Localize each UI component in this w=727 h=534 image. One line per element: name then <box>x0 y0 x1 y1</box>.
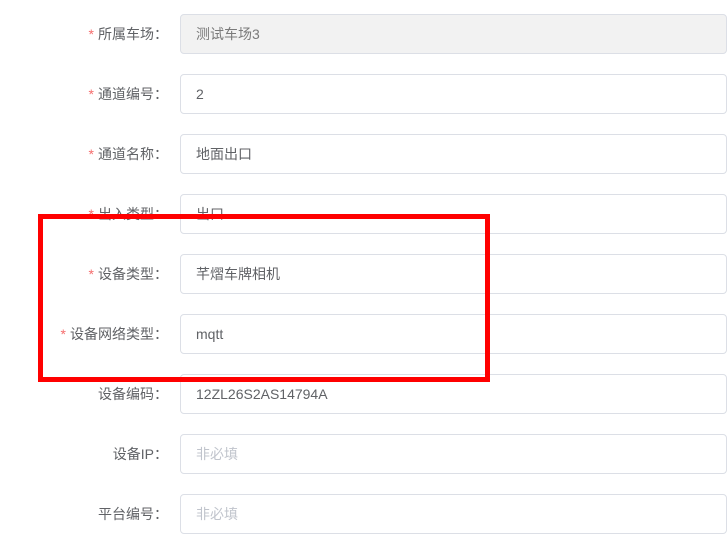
input-cell <box>180 314 727 354</box>
device-ip-input[interactable] <box>180 434 727 474</box>
input-cell <box>180 134 727 174</box>
required-mark: * <box>89 146 94 162</box>
row-device-code: 设备编码： <box>0 374 727 414</box>
separator: ： <box>154 206 168 222</box>
label-channel-name: *通道名称： <box>0 134 180 174</box>
input-cell <box>180 434 727 474</box>
device-net-type-select[interactable] <box>180 314 727 354</box>
required-mark: * <box>61 326 66 342</box>
channel-name-input[interactable] <box>180 134 727 174</box>
label-platform-no: 平台编号： <box>0 494 180 534</box>
label-io-type: *出入类型： <box>0 194 180 234</box>
input-cell <box>180 374 727 414</box>
required-mark: * <box>89 86 94 102</box>
row-channel-name: *通道名称： <box>0 134 727 174</box>
separator: ： <box>154 146 168 162</box>
row-device-net-type: *设备网络类型： <box>0 314 727 354</box>
separator: ： <box>154 386 168 402</box>
label-text: 通道编号 <box>98 86 154 102</box>
label-device-type: *设备类型： <box>0 254 180 294</box>
input-cell <box>180 254 727 294</box>
label-text: 通道名称 <box>98 146 154 162</box>
separator: ： <box>154 26 168 42</box>
separator: ： <box>154 506 168 522</box>
separator: ： <box>154 326 168 342</box>
channel-no-input[interactable] <box>180 74 727 114</box>
label-device-code: 设备编码： <box>0 374 180 414</box>
separator: ： <box>154 86 168 102</box>
label-text: 出入类型 <box>98 206 154 222</box>
parking-lot-input <box>180 14 727 54</box>
required-mark: * <box>89 26 94 42</box>
label-parking-lot: *所属车场： <box>0 14 180 54</box>
form-container: *所属车场： *通道编号： *通道名称： *出入类型： *设备类型： <box>0 0 727 534</box>
input-cell <box>180 14 727 54</box>
label-device-ip: 设备IP： <box>0 434 180 474</box>
separator: ： <box>154 446 168 462</box>
label-text: 所属车场 <box>98 26 154 42</box>
row-platform-no: 平台编号： <box>0 494 727 534</box>
platform-no-input[interactable] <box>180 494 727 534</box>
row-io-type: *出入类型： <box>0 194 727 234</box>
label-text: 设备网络类型 <box>70 326 154 342</box>
label-text: 设备IP <box>113 446 154 462</box>
device-type-select[interactable] <box>180 254 727 294</box>
row-device-ip: 设备IP： <box>0 434 727 474</box>
label-text: 平台编号 <box>98 506 154 522</box>
label-text: 设备编码 <box>98 386 154 402</box>
label-device-net-type: *设备网络类型： <box>0 314 180 354</box>
separator: ： <box>154 266 168 282</box>
label-text: 设备类型 <box>98 266 154 282</box>
row-parking-lot: *所属车场： <box>0 14 727 54</box>
label-channel-no: *通道编号： <box>0 74 180 114</box>
required-mark: * <box>89 266 94 282</box>
input-cell <box>180 194 727 234</box>
input-cell <box>180 74 727 114</box>
row-channel-no: *通道编号： <box>0 74 727 114</box>
device-code-input[interactable] <box>180 374 727 414</box>
row-device-type: *设备类型： <box>0 254 727 294</box>
required-mark: * <box>89 206 94 222</box>
io-type-select[interactable] <box>180 194 727 234</box>
input-cell <box>180 494 727 534</box>
